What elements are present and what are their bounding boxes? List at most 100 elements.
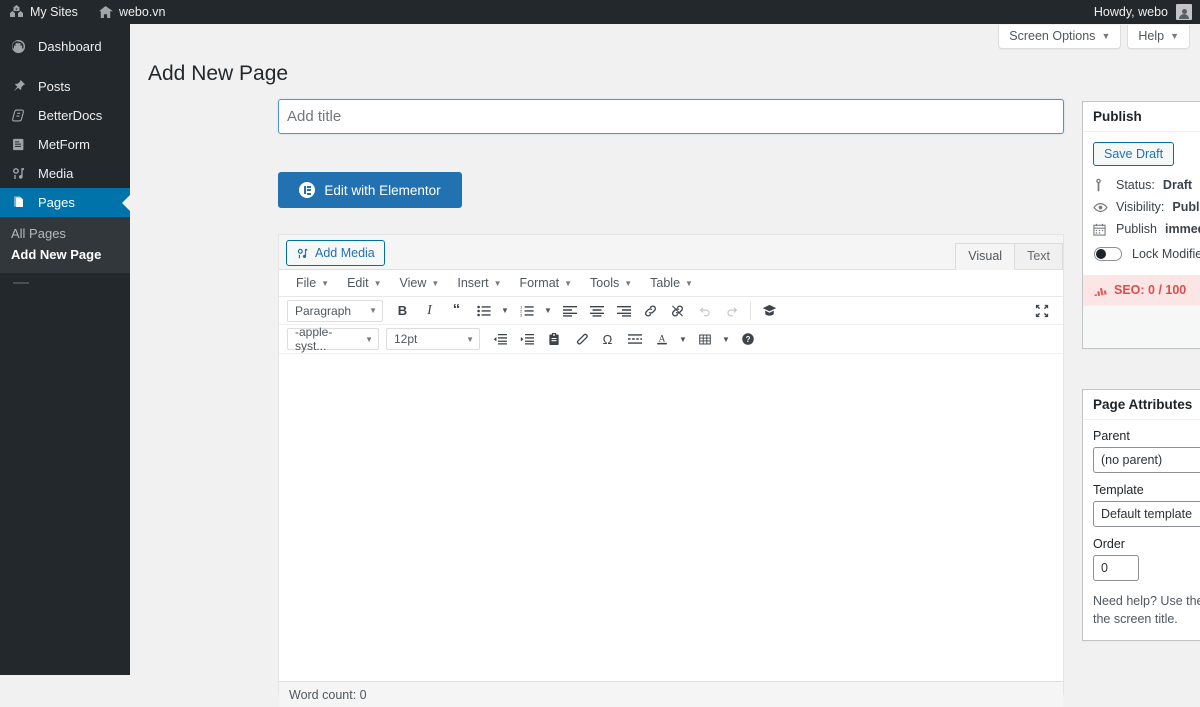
pin-icon — [11, 79, 29, 94]
page-attributes-header: Page Attributes ▲ — [1083, 390, 1200, 420]
help-label: Help — [1138, 29, 1165, 43]
sidebar-item-label: MetForm — [38, 137, 90, 152]
bold-icon[interactable]: B — [390, 300, 415, 322]
bulleted-list-icon[interactable] — [471, 300, 496, 322]
menu-table[interactable]: Table ▼ — [642, 273, 701, 293]
visibility-value: Public — [1172, 200, 1200, 214]
menu-edit[interactable]: Edit ▼ — [339, 273, 389, 293]
sidebar-item-betterdocs[interactable]: BetterDocs — [0, 101, 130, 130]
menu-insert[interactable]: Insert ▼ — [449, 273, 509, 293]
font-family-select[interactable]: -apple-syst... ▼ — [287, 325, 379, 353]
insert-link-icon[interactable] — [638, 300, 663, 322]
sidebar-item-posts[interactable]: Posts — [0, 72, 130, 101]
order-input[interactable] — [1093, 555, 1139, 581]
admin-sidebar: Dashboard Posts BetterDocs MetForm Media… — [0, 24, 130, 675]
editor-toolbar-row-1: Paragraph ▼ B I “ ▼ 123 ▼ — [279, 297, 1063, 325]
publish-panel: Publish ▲ Save Draft Preview Status: Dra… — [1082, 101, 1200, 349]
editor-top-bar: Add Media Visual Text — [279, 235, 1063, 270]
status-label: Status: — [1116, 178, 1155, 192]
status-value: Draft — [1162, 178, 1193, 192]
bulleted-list-options-icon[interactable]: ▼ — [498, 300, 512, 322]
table-icon[interactable] — [692, 328, 717, 350]
my-sites-label: My Sites — [30, 5, 78, 19]
publish-date-label: Publish — [1116, 222, 1157, 236]
tab-visual[interactable]: Visual — [955, 243, 1016, 270]
numbered-list-icon[interactable]: 123 — [514, 300, 539, 322]
chevron-down-icon: ▼ — [564, 278, 573, 288]
help-button[interactable]: Help ▼ — [1127, 25, 1190, 49]
pin-icon — [1093, 178, 1108, 192]
table-options-icon[interactable]: ▼ — [719, 328, 733, 350]
remove-link-icon[interactable] — [665, 300, 690, 322]
sidebar-subitem-all-pages[interactable]: All Pages — [0, 223, 130, 244]
seo-score-bar: SEO: 0 / 100 — [1083, 275, 1200, 305]
screen-options-button[interactable]: Screen Options ▼ — [998, 25, 1122, 49]
tab-text[interactable]: Text — [1014, 243, 1063, 269]
admin-bar-site-name[interactable]: webo.vn — [88, 0, 176, 24]
save-draft-button[interactable]: Save Draft — [1093, 142, 1175, 166]
edit-with-elementor-button[interactable]: Edit with Elementor — [278, 172, 462, 208]
eye-icon — [1093, 202, 1108, 213]
text-color-options-icon[interactable]: ▼ — [676, 328, 690, 350]
sidebar-item-media[interactable]: Media — [0, 159, 130, 188]
admin-bar-my-account[interactable]: Howdy, webo — [1094, 0, 1168, 24]
publish-footer: Publish — [1083, 305, 1200, 348]
align-center-icon[interactable] — [584, 300, 609, 322]
sidebar-item-label: Media — [38, 166, 74, 181]
menu-format[interactable]: Format ▼ — [512, 273, 581, 293]
numbered-list-options-icon[interactable]: ▼ — [541, 300, 555, 322]
sidebar-item-dashboard[interactable]: Dashboard — [0, 32, 130, 61]
read-more-icon[interactable] — [622, 328, 647, 350]
sidebar-subitem-add-new-page[interactable]: Add New Page — [0, 244, 130, 265]
menu-view[interactable]: View ▼ — [392, 273, 448, 293]
menu-view-label: View — [399, 276, 427, 290]
publish-panel-title: Publish — [1093, 109, 1142, 124]
sidebar-item-metform[interactable]: MetForm — [0, 130, 130, 159]
editor-content-area[interactable] — [279, 353, 1063, 681]
page-attributes-help-text: Need help? Use the Help tab above the sc… — [1093, 594, 1200, 627]
increase-indent-icon[interactable] — [514, 328, 539, 350]
format-select[interactable]: Paragraph ▼ — [287, 299, 383, 322]
main-content: Screen Options ▼ Help ▼ Add New Page Edi… — [130, 24, 1200, 707]
sidebar-item-label: Posts — [38, 79, 71, 94]
undo-icon[interactable] — [692, 300, 717, 322]
paste-as-text-icon[interactable] — [541, 328, 566, 350]
keyboard-shortcuts-icon[interactable] — [757, 300, 782, 322]
menu-file[interactable]: File ▼ — [288, 273, 337, 293]
editor-toolbar-row-2: -apple-syst... ▼ 12pt ▼ Ω A ▼ ▼ ? — [279, 325, 1063, 353]
form-icon — [11, 137, 29, 152]
redo-icon[interactable] — [719, 300, 744, 322]
add-media-button[interactable]: Add Media — [286, 240, 385, 266]
media-icon — [296, 247, 309, 260]
publish-date-row: Publish immediately Edit — [1083, 218, 1200, 240]
svg-text:?: ? — [745, 335, 750, 344]
admin-bar: My Sites webo.vn Howdy, webo — [0, 0, 1200, 24]
lock-modified-date-toggle[interactable] — [1094, 247, 1122, 261]
admin-bar-my-sites[interactable]: My Sites — [0, 0, 88, 24]
menu-tools[interactable]: Tools ▼ — [582, 273, 640, 293]
format-select-value: Paragraph — [295, 303, 352, 318]
avatar[interactable] — [1176, 4, 1192, 20]
sidebar-item-pages[interactable]: Pages — [0, 188, 130, 217]
special-character-icon[interactable]: Ω — [595, 328, 620, 350]
menu-insert-label: Insert — [457, 276, 489, 290]
text-color-icon[interactable]: A — [649, 328, 674, 350]
screen-meta-links: Screen Options ▼ Help ▼ — [998, 25, 1190, 49]
pages-icon — [11, 195, 29, 210]
italic-icon[interactable]: I — [417, 300, 442, 322]
help-icon[interactable]: ? — [735, 328, 760, 350]
page-title: Add New Page — [148, 62, 289, 85]
title-input[interactable] — [278, 99, 1064, 134]
align-left-icon[interactable] — [557, 300, 582, 322]
align-right-icon[interactable] — [611, 300, 636, 322]
visibility-label: Visibility: — [1116, 200, 1165, 214]
decrease-indent-icon[interactable] — [487, 328, 512, 350]
blockquote-icon[interactable]: “ — [444, 300, 469, 322]
template-select[interactable]: Default template — [1093, 501, 1200, 527]
parent-select[interactable]: (no parent) — [1093, 447, 1200, 473]
fullscreen-icon[interactable] — [1029, 300, 1054, 322]
clear-formatting-icon[interactable] — [568, 328, 593, 350]
chevron-down-icon: ▼ — [685, 278, 693, 288]
font-size-select[interactable]: 12pt ▼ — [386, 328, 480, 350]
sidebar-item-label: BetterDocs — [38, 108, 103, 123]
